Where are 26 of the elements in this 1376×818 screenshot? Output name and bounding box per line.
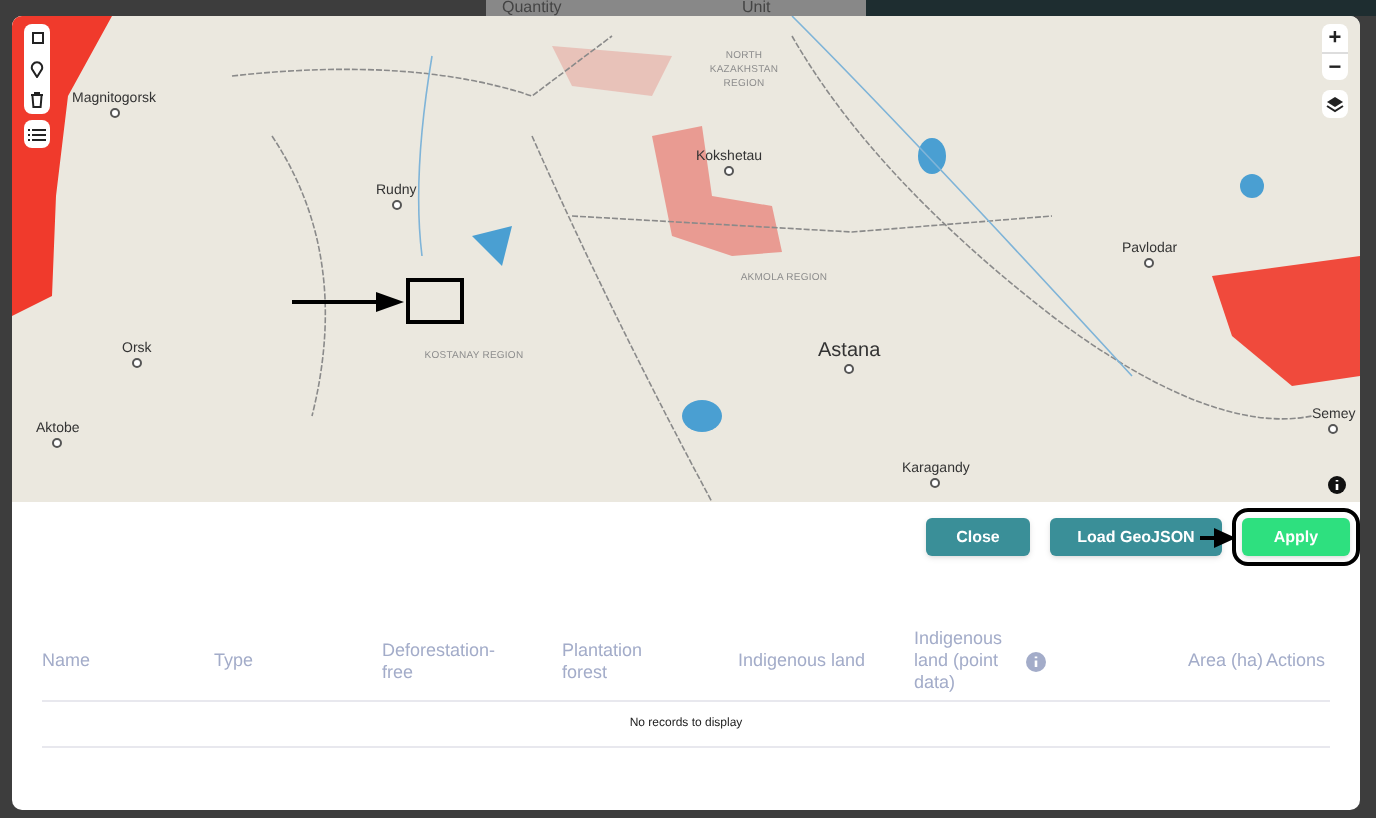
column-header: Unit xyxy=(726,0,866,16)
action-button[interactable]: Load GeoJSON xyxy=(1050,518,1222,556)
annotation-highlight-box xyxy=(406,278,464,324)
info-icon[interactable] xyxy=(1328,476,1346,494)
zoom-out-button[interactable]: − xyxy=(1322,52,1348,80)
annotation-arrow xyxy=(1200,528,1236,548)
layers-icon xyxy=(1326,95,1344,113)
column-header: Indigenous land (point data) xyxy=(914,628,1005,694)
column-header: Actions xyxy=(1266,650,1326,672)
layer-list-button[interactable] xyxy=(24,120,50,148)
column-header: Indigenous land xyxy=(738,650,866,672)
column-header: Area (ha) xyxy=(1188,650,1264,672)
action-button[interactable]: Close xyxy=(926,518,1030,556)
column-header: Deforestation-free xyxy=(382,639,498,683)
column-header: Plantation forest xyxy=(562,639,645,683)
column-header: Quantity xyxy=(486,0,726,16)
zoom-in-button[interactable]: + xyxy=(1322,24,1348,52)
layers-button[interactable] xyxy=(1322,90,1348,118)
polygon-icon[interactable] xyxy=(29,30,45,47)
city-label: Astana xyxy=(818,340,881,364)
trash-icon[interactable] xyxy=(30,91,44,108)
list-icon xyxy=(28,127,46,141)
annotation-arrow xyxy=(292,292,404,312)
column-header: Name xyxy=(42,650,91,672)
column-header: Type xyxy=(214,650,254,672)
map-pin-icon[interactable] xyxy=(30,59,44,78)
